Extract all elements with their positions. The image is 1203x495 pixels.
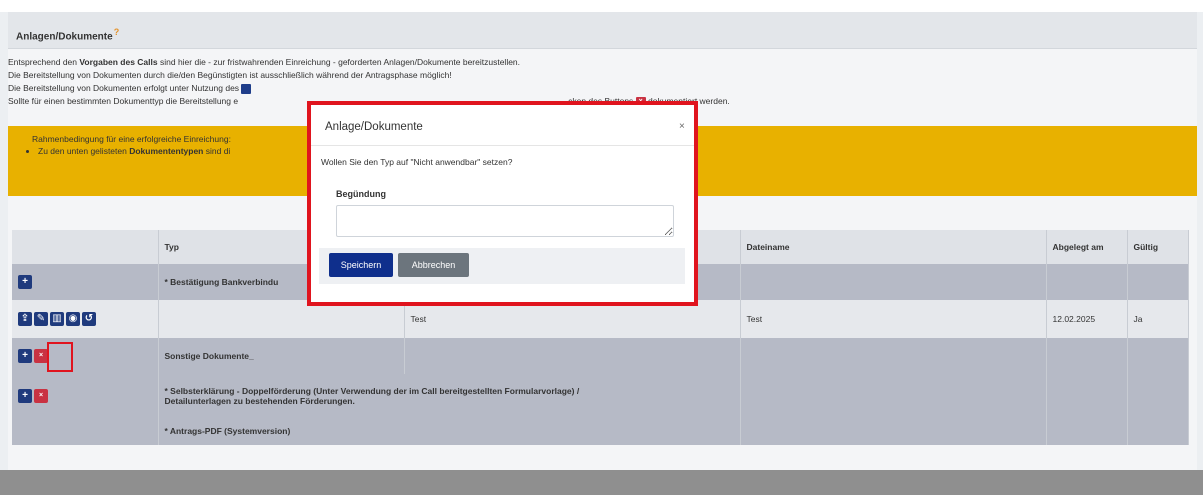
upload-icon[interactable]: ⇪: [18, 312, 32, 326]
intro-line-1-start: Entsprechend den: [8, 57, 80, 67]
row-actions: [12, 417, 159, 445]
cancel-button[interactable]: Abbrechen: [398, 253, 469, 277]
note-bullet-bold: Dokumententypen: [129, 146, 204, 156]
begruendung-input[interactable]: [336, 205, 674, 237]
intro-line-1-end: sind hier die - zur fristwahrenden Einre…: [157, 57, 521, 67]
row-cell: [1127, 264, 1189, 300]
row-type-line-1: * Selbsterklärung - Doppelförderung (Unt…: [164, 385, 580, 396]
header-actions: [12, 230, 159, 264]
row-actions: + ×: [12, 338, 159, 374]
page-bottom-bar: [0, 470, 1203, 495]
note-bullet-end: sind di: [203, 146, 231, 156]
view-icon[interactable]: ◉: [66, 312, 80, 326]
note-title: Rahmenbedingung für eine erfolgreiche Ei…: [32, 134, 231, 144]
row-type-line-2: Detailunterlagen zu bestehenden Förderun…: [164, 395, 355, 406]
row-cell: [740, 338, 1047, 374]
note-list: Zu den unten gelisteten Dokumententypen …: [20, 146, 230, 156]
note-bullet-start: Zu den unten gelisteten: [38, 146, 130, 156]
file-actions: ⇪ ✎ ▥ ◉ ↺: [12, 300, 159, 338]
row-cell: [740, 264, 1047, 300]
add-icon[interactable]: +: [18, 349, 32, 363]
file-name: Test: [740, 300, 1047, 338]
table-row: + × Sonstige Dokumente_: [12, 338, 1189, 374]
row-cell: [1127, 338, 1189, 374]
not-applicable-icon[interactable]: ×: [34, 349, 48, 363]
header-gueltig: Gültig: [1127, 230, 1189, 264]
note-bullet: Zu den unten gelisteten Dokumententypen …: [38, 146, 230, 156]
row-type: * Antrags-PDF (Systemversion): [158, 417, 741, 445]
modal-title: Anlage/Dokumente: [325, 121, 423, 133]
help-icon[interactable]: ?: [114, 27, 120, 37]
panel-header: Anlagen/Dokumente?: [8, 12, 1197, 49]
file-date: 12.02.2025: [1046, 300, 1128, 338]
modal-dialog: Anlage/Dokumente × Wollen Sie den Typ au…: [307, 101, 698, 306]
panel-title-text: Anlagen/Dokumente: [16, 31, 113, 43]
header-dateiname: Dateiname: [740, 230, 1047, 264]
row-cell: [740, 417, 1047, 445]
add-icon[interactable]: +: [18, 275, 32, 289]
modal-question: Wollen Sie den Typ auf "Nicht anwendbar"…: [321, 157, 513, 167]
row-actions: + ×: [12, 374, 159, 417]
row-cell: [740, 374, 1047, 417]
row-cell: [404, 338, 741, 374]
file-valid: Ja: [1127, 300, 1189, 338]
trash-icon[interactable]: ▥: [50, 312, 64, 326]
intro-line-4-start: Sollte für einen bestimmten Dokumenttyp …: [8, 96, 239, 106]
row-actions: +: [12, 264, 159, 300]
edit-icon[interactable]: ✎: [34, 312, 48, 326]
add-icon[interactable]: +: [18, 388, 32, 403]
row-cell: [1127, 374, 1189, 417]
row-cell: [1046, 417, 1128, 445]
highlight-box-delete-button: [47, 342, 73, 372]
intro-line-1-bold: Vorgaben des Calls: [79, 57, 158, 67]
row-cell: [1046, 338, 1128, 374]
not-applicable-icon[interactable]: ×: [34, 388, 48, 403]
close-icon[interactable]: ×: [679, 121, 685, 132]
begruendung-label: Begündung: [336, 189, 386, 199]
intro-line-3-text: Die Bereitstellung von Dokumenten erfolg…: [8, 83, 240, 93]
intro-line-3: Die Bereitstellung von Dokumenten erfolg…: [8, 82, 1178, 95]
modal-divider: [311, 145, 694, 146]
history-icon[interactable]: ↺: [82, 312, 96, 326]
intro-line-1: Entsprechend den Vorgaben des Calls sind…: [8, 56, 1178, 69]
table-row: + × * Selbsterklärung - Doppelförderung (…: [12, 374, 1189, 417]
intro-line-2: Die Bereitstellung von Dokumenten durch …: [8, 70, 452, 80]
header-abgelegt: Abgelegt am: [1046, 230, 1128, 264]
row-type: Sonstige Dokumente_: [158, 338, 405, 374]
inline-upload-icon: [241, 83, 252, 94]
row-cell: [1046, 264, 1128, 300]
row-type: * Selbsterklärung - Doppelförderung (Unt…: [158, 374, 741, 417]
row-cell: [1046, 374, 1128, 417]
table-row: * Antrags-PDF (Systemversion): [12, 417, 1189, 445]
save-button[interactable]: Speichern: [329, 253, 393, 277]
panel-title: Anlagen/Dokumente?: [16, 27, 119, 42]
row-cell: [1127, 417, 1189, 445]
page-top-bar: [0, 0, 1203, 12]
